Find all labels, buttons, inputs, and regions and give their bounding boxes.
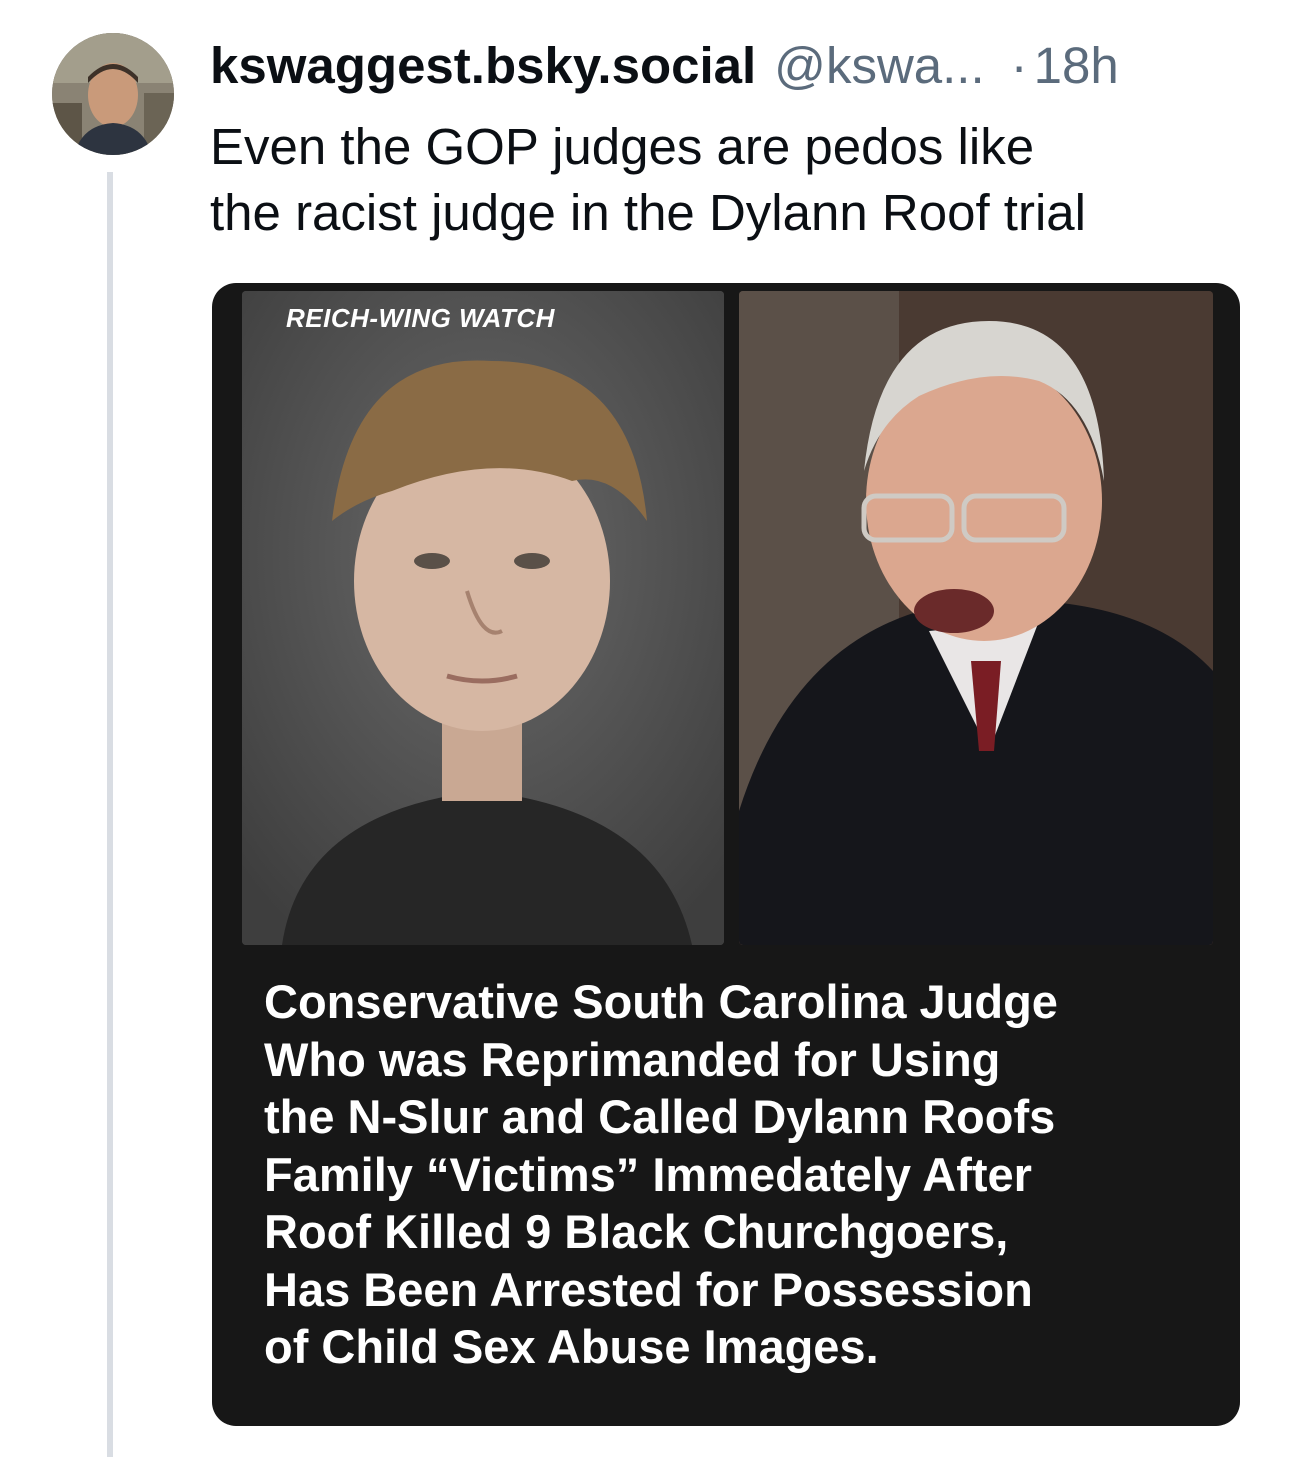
display-name[interactable]: kswaggest.bsky.social	[210, 34, 756, 98]
headline-line: Family “Victims” Immedately After	[264, 1147, 1032, 1201]
headline-line: of Child Sex Abuse Images.	[264, 1320, 879, 1373]
headline-line: Who was Reprimanded for Using	[264, 1032, 1001, 1086]
embed-headline: Conservative South Carolina Judge Who wa…	[264, 973, 1204, 1376]
headline-line: the N-Slur and Called Dylann Roofs	[264, 1090, 1056, 1143]
headline-line: Conservative South Carolina Judge	[264, 975, 1058, 1028]
thread-line	[107, 172, 113, 1457]
separator-dot: ·	[1010, 37, 1028, 94]
handle[interactable]: @kswa...	[774, 34, 984, 98]
post-text-line: the racist judge in the Dylann Roof tria…	[210, 184, 1086, 241]
post-text-line: Even the GOP judges are pedos like	[210, 118, 1035, 175]
post-timestamp[interactable]: 18h	[1034, 34, 1119, 98]
judge-photo	[739, 291, 1213, 945]
avatar[interactable]	[52, 33, 174, 155]
post-header: kswaggest.bsky.social @kswa... · 18h	[210, 34, 1119, 98]
headline-line: Has Been Arrested for Possession	[264, 1262, 1033, 1316]
headline-line: Roof Killed 9 Black Churchgoers,	[264, 1205, 1009, 1258]
mugshot-photo: REICH-WING WATCH	[242, 291, 724, 945]
image-embed[interactable]: REICH-WING WATCH Conservative South Caro…	[212, 283, 1240, 1426]
post-text: Even the GOP judges are pedos like the r…	[210, 114, 1260, 246]
watermark-label: REICH-WING WATCH	[286, 303, 555, 333]
